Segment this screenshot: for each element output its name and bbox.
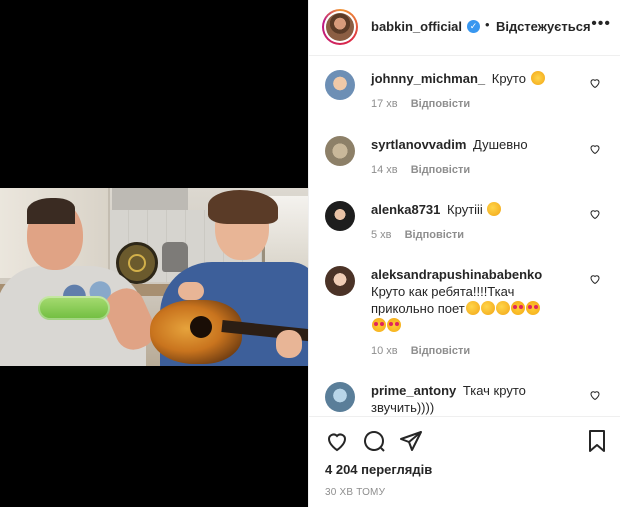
post-timestamp[interactable]: 30 ХВ ТОМУ [325,487,385,498]
more-options-icon[interactable]: ••• [591,15,611,33]
emoji-icon [480,301,495,315]
commenter-avatar[interactable] [325,382,355,412]
heart-icon[interactable] [589,273,601,285]
like-heart-icon[interactable] [325,429,349,453]
emoji-icon [495,301,510,315]
person-right-hand [178,282,204,300]
post-actions: 4 204 переглядів 30 ХВ ТОМУ [309,416,620,507]
emoji-icon [510,301,525,315]
heart-icon[interactable] [589,389,601,401]
commenter-avatar[interactable] [325,201,355,231]
comment-item: alenka8731 Крутііі 5 хв Відповісти [309,198,620,258]
emoji-icon [465,301,480,315]
emoji-icon [487,202,502,216]
reply-button[interactable]: Відповісти [411,345,470,357]
person-right-fret-hand [276,330,302,358]
comment-body-line: Круто как ребята!!!!Ткач [371,284,515,299]
reply-button[interactable]: Відповісти [405,229,464,241]
comment-body: Крутііі [447,202,483,217]
comment-body: Круто [491,71,526,86]
heart-icon[interactable] [589,143,601,155]
comment-text: johnny_michman_ Круто [371,70,581,87]
comment-time: 17 хв [371,98,398,110]
comment-item: prime_antony Ткач круто звучить)))) [309,379,620,415]
verified-badge-icon: ✓ [467,20,480,33]
comment-body: Ткач круто [462,383,526,398]
comment-body-line-2: прикольно поет [371,300,581,317]
header-separator: • [485,17,490,32]
reply-button[interactable]: Відповісти [411,98,470,110]
comment-item: aleksandrapushinababenko Круто как ребят… [309,263,620,373]
video-frame[interactable] [0,188,308,366]
comment-meta: 5 хв Відповісти [371,229,464,241]
guitar-sound-hole [190,316,212,338]
kettle [162,242,188,272]
heart-icon[interactable] [589,208,601,220]
comment-text: aleksandrapushinababenko Круто как ребят… [371,266,581,334]
comment-text: prime_antony Ткач круто звучить)))) [371,382,581,415]
comment-username[interactable]: alenka8731 [371,202,440,217]
post-media[interactable] [0,0,308,507]
comments-list[interactable]: johnny_michman_ Круто 17 хв Відповісти s… [309,57,620,415]
comment-username[interactable]: syrtlanovvadim [371,137,466,152]
author-username[interactable]: babkin_official [371,19,462,34]
commenter-avatar[interactable] [325,136,355,166]
comment-meta: 17 хв Відповісти [371,98,470,110]
bookmark-icon[interactable] [585,429,609,453]
commenter-avatar[interactable] [325,266,355,296]
comment-time: 10 хв [371,345,398,357]
green-bottle [38,296,110,320]
emoji-icon [372,318,386,332]
reply-button[interactable]: Відповісти [411,164,470,176]
person-right-hair [208,190,278,224]
comment-body: Душевно [473,137,528,152]
author-avatar[interactable] [322,9,358,45]
comment-text: syrtlanovvadim Душевно [371,136,581,153]
commenter-avatar[interactable] [325,70,355,100]
comment-meta: 14 хв Відповісти [371,164,470,176]
comment-item: johnny_michman_ Круто 17 хв Відповісти [309,67,620,127]
post-sidebar: babkin_official ✓ • Відстежується ••• jo… [308,0,620,507]
comment-body-line-2: звучить)))) [371,400,435,415]
person-left-hair [27,198,75,224]
following-button[interactable]: Відстежується [496,19,591,34]
emoji-icon [387,318,401,332]
comment-username[interactable]: prime_antony [371,383,456,398]
instagram-post: babkin_official ✓ • Відстежується ••• jo… [0,0,620,507]
comment-time: 5 хв [371,229,392,241]
emoji-icon [530,71,545,85]
post-header: babkin_official ✓ • Відстежується ••• [309,0,620,56]
heart-icon[interactable] [589,77,601,89]
comment-username[interactable]: johnny_michman_ [371,71,485,86]
view-count[interactable]: 4 204 переглядів [325,462,432,477]
emoji-icon [525,301,540,315]
comment-bubble-icon[interactable] [362,429,386,453]
comment-emoji-line [371,317,581,334]
comment-text: alenka8731 Крутііі [371,201,581,218]
comment-username[interactable]: aleksandrapushinababenko [371,267,542,282]
comment-meta: 10 хв Відповісти [371,345,470,357]
share-send-icon[interactable] [399,429,423,453]
comment-item: syrtlanovvadim Душевно 14 хв Відповісти [309,133,620,193]
range-hood [112,188,188,210]
comment-time: 14 хв [371,164,398,176]
